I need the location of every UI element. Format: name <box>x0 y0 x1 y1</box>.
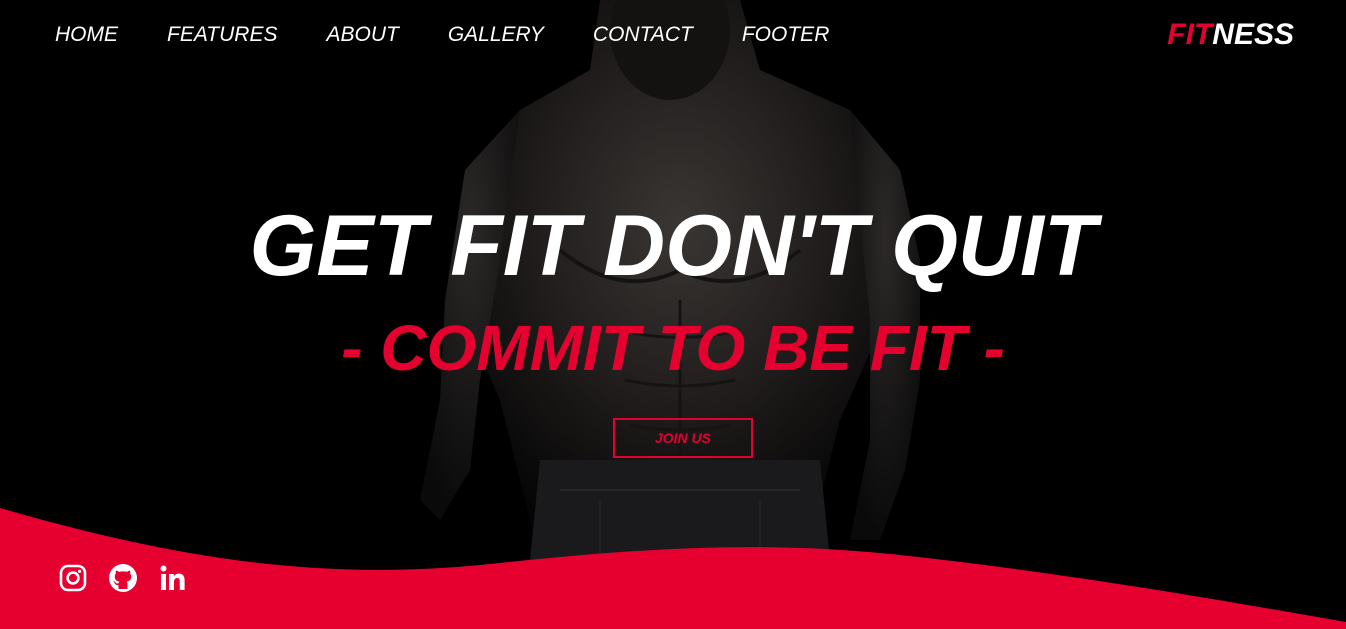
hero-subline: - COMMIT TO BE FIT - <box>341 312 1005 384</box>
nav-footer-link[interactable]: FOOTER <box>742 22 830 48</box>
nav-about-link[interactable]: ABOUT <box>326 22 398 48</box>
logo-part-ness: NESS <box>1212 18 1294 51</box>
nav-features-link[interactable]: FEATURES <box>167 22 277 48</box>
social-links <box>58 563 188 593</box>
github-icon[interactable] <box>108 563 138 593</box>
logo-part-fit: FIT <box>1167 18 1213 51</box>
instagram-icon[interactable] <box>58 563 88 593</box>
nav-home-link[interactable]: HOME <box>55 22 118 48</box>
nav-contact-link[interactable]: CONTACT <box>593 22 693 48</box>
join-us-button[interactable]: JOIN US <box>613 418 753 458</box>
main-nav: HOME FEATURES ABOUT GALLERY CONTACT FOOT… <box>55 22 878 48</box>
nav-gallery-link[interactable]: GALLERY <box>448 22 544 48</box>
site-logo[interactable]: FITNESS <box>1167 17 1294 53</box>
hero-headline: GET FIT DON'T QUIT <box>249 198 1097 294</box>
linkedin-icon[interactable] <box>158 563 188 593</box>
hero-section: HOME FEATURES ABOUT GALLERY CONTACT FOOT… <box>0 0 1346 629</box>
